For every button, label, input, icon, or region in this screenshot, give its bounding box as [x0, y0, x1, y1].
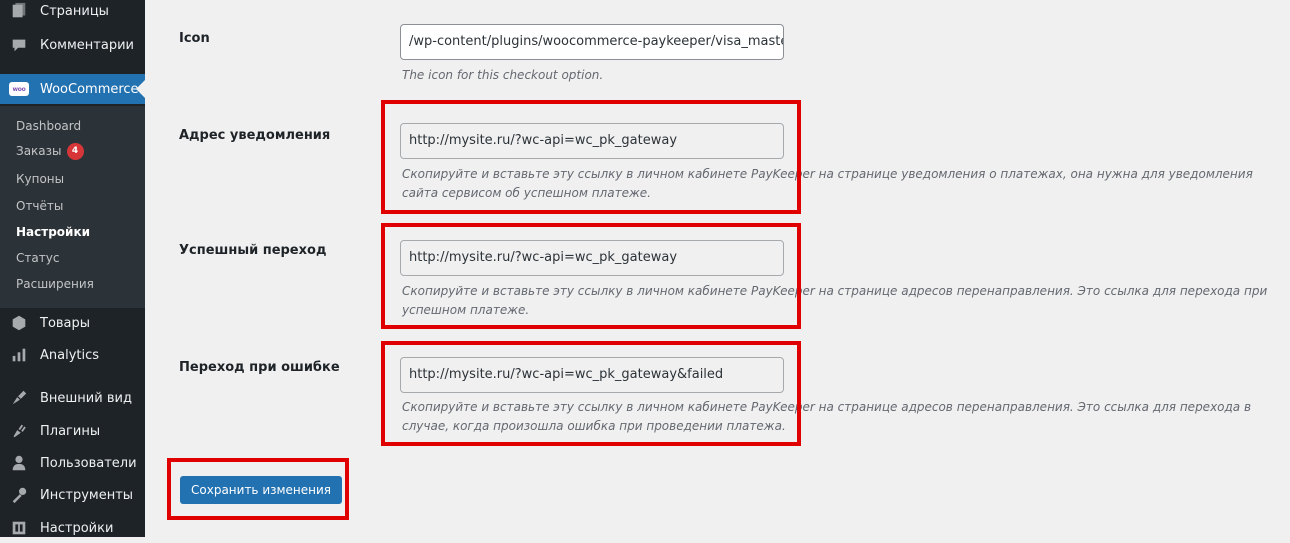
pages-icon: [9, 1, 29, 21]
comments-icon: [9, 35, 29, 55]
plugins-icon: [9, 421, 29, 441]
menu-item-woocommerce[interactable]: woo WooCommerce: [0, 74, 145, 104]
success-url-input[interactable]: http://mysite.ru/?wc-api=wc_pk_gateway: [400, 240, 784, 276]
menu-item-label: Товары: [40, 315, 91, 331]
menu-item-analytics[interactable]: Analytics: [0, 340, 145, 370]
submenu-item-orders[interactable]: Заказы 4: [16, 142, 84, 160]
admin-sidebar: Страницы Комментарии woo WooCommerce Das…: [0, 0, 145, 537]
menu-item-label: Внешний вид: [40, 390, 132, 406]
menu-item-label: Пользователи: [40, 455, 137, 471]
settings-form: Icon /wp-content/plugins/woocommerce-pay…: [145, 0, 1290, 537]
submenu-item-label: Отчёты: [16, 199, 64, 213]
fail-url-label: Переход при ошибке: [179, 360, 340, 375]
menu-item-label: WooCommerce: [40, 81, 139, 97]
submenu-item-dashboard[interactable]: Dashboard: [16, 117, 81, 135]
submenu-item-label: Dashboard: [16, 119, 82, 133]
fail-url-description: Скопируйте и вставьте эту ссылку в лично…: [402, 400, 1252, 433]
menu-item-appearance[interactable]: Внешний вид: [0, 383, 145, 413]
menu-item-settings[interactable]: Настройки: [0, 513, 145, 543]
active-menu-arrow: [136, 80, 145, 98]
submenu-item-status[interactable]: Статус: [16, 249, 59, 267]
menu-item-tools[interactable]: Инструменты: [0, 480, 145, 510]
submenu-item-label: Настройки: [16, 225, 91, 239]
submenu-item-label: Расширения: [16, 277, 94, 291]
menu-item-users[interactable]: Пользователи: [0, 448, 145, 478]
products-icon: [9, 313, 29, 333]
menu-item-label: Комментарии: [40, 37, 134, 53]
woocommerce-icon: woo: [9, 79, 29, 99]
fail-url-input[interactable]: http://mysite.ru/?wc-api=wc_pk_gateway&f…: [400, 357, 784, 393]
orders-count-badge: 4: [66, 142, 84, 160]
tools-icon: [9, 485, 29, 505]
appearance-icon: [9, 388, 29, 408]
settings-icon: [9, 518, 29, 538]
success-url-description: Скопируйте и вставьте эту ссылку в лично…: [402, 284, 1268, 317]
menu-item-plugins[interactable]: Плагины: [0, 416, 145, 446]
menu-item-label: Инструменты: [40, 487, 134, 503]
submenu-item-label: Купоны: [16, 172, 65, 186]
submenu-item-coupons[interactable]: Купоны: [16, 170, 64, 188]
woocommerce-submenu: Dashboard Заказы 4 Купоны Отчёты Настрой…: [0, 106, 145, 308]
submenu-item-extensions[interactable]: Расширения: [16, 275, 94, 293]
submenu-item-reports[interactable]: Отчёты: [16, 197, 63, 215]
icon-field-label: Icon: [179, 31, 210, 46]
icon-field-description: The icon for this checkout option.: [402, 68, 604, 82]
analytics-icon: [9, 345, 29, 365]
menu-item-label: Плагины: [40, 423, 101, 439]
icon-url-input[interactable]: /wp-content/plugins/woocommerce-paykeepe…: [400, 24, 784, 60]
users-icon: [9, 453, 29, 473]
save-changes-button[interactable]: Сохранить изменения: [180, 476, 343, 504]
submenu-item-label: Статус: [16, 251, 60, 265]
notify-url-input[interactable]: http://mysite.ru/?wc-api=wc_pk_gateway: [400, 123, 784, 159]
menu-item-products[interactable]: Товары: [0, 308, 145, 338]
menu-item-pages[interactable]: Страницы: [0, 0, 145, 26]
notify-url-description: Скопируйте и вставьте эту ссылку в лично…: [402, 167, 1253, 200]
submenu-item-settings[interactable]: Настройки: [16, 223, 90, 241]
success-url-label: Успешный переход: [179, 243, 327, 258]
menu-item-label: Analytics: [40, 347, 100, 363]
menu-item-label: Настройки: [40, 520, 114, 536]
menu-item-label: Страницы: [40, 3, 109, 19]
notify-url-label: Адрес уведомления: [179, 128, 331, 143]
menu-item-comments[interactable]: Комментарии: [0, 30, 145, 60]
submenu-item-label: Заказы: [16, 144, 62, 158]
